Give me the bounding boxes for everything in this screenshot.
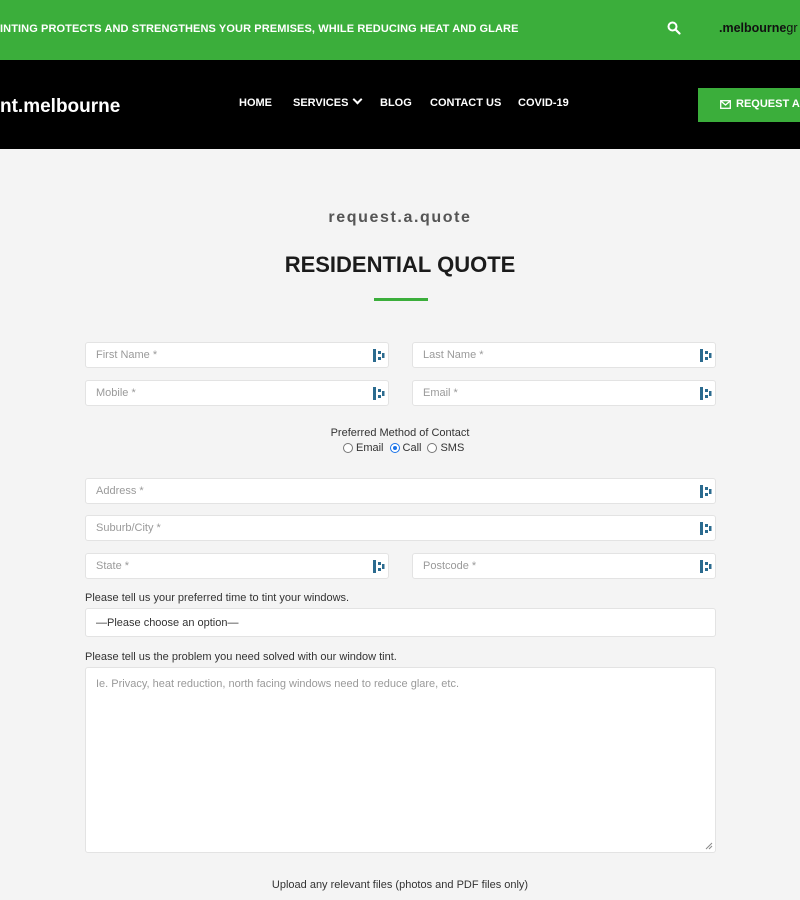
address-field[interactable]: Address * [85,478,716,504]
autofill-key-icon [700,387,712,400]
email-placeholder: Email * [423,387,458,399]
first-name-field[interactable]: First Name * [85,342,389,368]
contact-option-email-label: Email [356,442,384,454]
nav-services[interactable]: SERVICES [293,94,363,109]
radio-call[interactable] [389,443,400,453]
banner-tagline: INTING PROTECTS AND STRENGTHENS YOUR PRE… [0,23,519,35]
contact-option-email[interactable]: Email [343,442,384,454]
contact-option-call-label: Call [402,442,422,454]
autofill-key-icon [700,349,712,362]
problem-label: Please tell us the problem you need solv… [85,651,397,663]
last-name-placeholder: Last Name * [423,349,484,361]
autofill-key-icon [373,349,385,362]
state-placeholder: State * [96,560,130,572]
postcode-placeholder: Postcode * [423,560,477,572]
autofill-key-icon [373,560,385,573]
suburb-city-placeholder: Suburb/City * [96,522,161,534]
problem-placeholder: Ie. Privacy, heat reduction, north facin… [96,678,459,690]
email-field[interactable]: Email * [412,380,716,406]
search-icon[interactable] [667,21,681,35]
site-domain[interactable]: .melbournegr [719,21,798,35]
autofill-key-icon [373,387,385,400]
page-title: RESIDENTIAL QUOTE [284,252,516,277]
title-divider [374,298,428,301]
mobile-field[interactable]: Mobile * [85,380,389,406]
autofill-key-icon [700,485,712,498]
domain-tail: gr [786,21,798,35]
chevron-down-icon [352,94,363,105]
section-subtitle: request.a.quote [328,209,472,226]
contact-option-call[interactable]: Call [389,442,422,454]
resize-grip-icon[interactable] [705,842,713,850]
radio-email[interactable] [343,443,353,453]
top-banner: INTING PROTECTS AND STRENGTHENS YOUR PRE… [0,0,800,60]
envelope-icon [720,99,731,109]
state-field[interactable]: State * [85,553,389,579]
nav-blog[interactable]: BLOG [380,97,412,109]
postcode-field[interactable]: Postcode * [412,553,716,579]
nav-home[interactable]: HOME [239,97,272,109]
preferred-time-select[interactable]: —Please choose an option— [85,608,716,637]
radio-sms[interactable] [427,443,438,453]
nav-covid-19[interactable]: COVID-19 [518,97,569,109]
autofill-key-icon [700,560,712,573]
last-name-field[interactable]: Last Name * [412,342,716,368]
upload-label: Upload any relevant files (photos and PD… [271,879,529,891]
mobile-placeholder: Mobile * [96,387,136,399]
nav-services-label: SERVICES [293,97,349,109]
address-placeholder: Address * [96,485,144,497]
site-logo[interactable]: nt.melbourne [0,96,120,118]
request-quote-label: REQUEST A Q [736,98,800,110]
nav-contact-us[interactable]: CONTACT US [430,97,501,109]
contact-option-sms-label: SMS [440,442,465,454]
request-quote-button[interactable]: REQUEST A Q [698,88,800,122]
preferred-time-value: —Please choose an option— [96,617,239,629]
suburb-city-field[interactable]: Suburb/City * [85,515,716,541]
preferred-contact-group: Email Call SMS [343,442,470,454]
problem-textarea[interactable]: Ie. Privacy, heat reduction, north facin… [85,667,716,853]
domain-bold: .melbourne [719,21,787,35]
autofill-key-icon [700,522,712,535]
first-name-placeholder: First Name * [96,349,158,361]
contact-option-sms[interactable]: SMS [427,442,464,454]
preferred-time-label: Please tell us your preferred time to ti… [85,592,350,604]
preferred-contact-label: Preferred Method of Contact [330,427,470,439]
main-nav-bar: nt.melbourne HOME SERVICES BLOG CONTACT … [0,60,800,149]
